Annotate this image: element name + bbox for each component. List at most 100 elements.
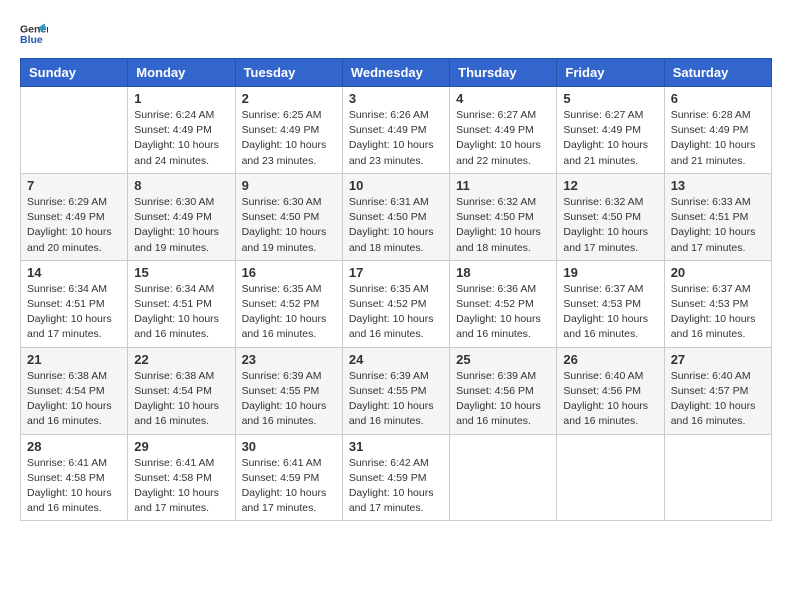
calendar-cell <box>450 434 557 521</box>
day-number: 11 <box>456 178 550 193</box>
day-number: 1 <box>134 91 228 106</box>
day-info: Sunrise: 6:40 AM Sunset: 4:57 PM Dayligh… <box>671 369 765 430</box>
day-number: 31 <box>349 439 443 454</box>
calendar-cell: 4Sunrise: 6:27 AM Sunset: 4:49 PM Daylig… <box>450 87 557 174</box>
calendar-cell: 22 Sunrise: 6:38 AM Sunset: 4:54 PM Dayli… <box>128 347 235 434</box>
calendar-cell: 16 Sunrise: 6:35 AM Sunset: 4:52 PM Dayli… <box>235 260 342 347</box>
day-number: 2 <box>242 91 336 106</box>
day-number: 5 <box>563 91 657 106</box>
day-info: Sunrise: 6:27 AM Sunset: 4:49 PM Dayligh… <box>456 108 550 169</box>
day-number: 24 <box>349 352 443 367</box>
day-info: Sunrise: 6:38 AM Sunset: 4:54 PM Dayligh… <box>27 369 121 430</box>
day-number: 22 <box>134 352 228 367</box>
calendar-cell: 12 Sunrise: 6:32 AM Sunset: 4:50 PM Dayli… <box>557 173 664 260</box>
day-info: Sunrise: 6:30 AM Sunset: 4:49 PM Dayligh… <box>134 195 228 256</box>
day-number: 23 <box>242 352 336 367</box>
day-info: Sunrise: 6:30 AM Sunset: 4:50 PM Dayligh… <box>242 195 336 256</box>
calendar-cell: 28 Sunrise: 6:41 AM Sunset: 4:58 PM Dayli… <box>21 434 128 521</box>
logo-icon: General Blue <box>20 20 48 48</box>
day-info: Sunrise: 6:29 AM Sunset: 4:49 PM Dayligh… <box>27 195 121 256</box>
calendar-cell: 23Sunrise: 6:39 AM Sunset: 4:55 PM Dayli… <box>235 347 342 434</box>
day-number: 8 <box>134 178 228 193</box>
day-info: Sunrise: 6:34 AM Sunset: 4:51 PM Dayligh… <box>27 282 121 343</box>
calendar-row-4: 28 Sunrise: 6:41 AM Sunset: 4:58 PM Dayli… <box>21 434 772 521</box>
calendar-cell: 9 Sunrise: 6:30 AM Sunset: 4:50 PM Daylig… <box>235 173 342 260</box>
calendar-row-1: 7 Sunrise: 6:29 AM Sunset: 4:49 PM Daylig… <box>21 173 772 260</box>
day-number: 18 <box>456 265 550 280</box>
calendar-cell: 29 Sunrise: 6:41 AM Sunset: 4:58 PM Dayli… <box>128 434 235 521</box>
day-number: 6 <box>671 91 765 106</box>
calendar-cell: 24 Sunrise: 6:39 AM Sunset: 4:55 PM Dayli… <box>342 347 449 434</box>
header-section: General Blue <box>20 20 772 48</box>
calendar-cell: 7 Sunrise: 6:29 AM Sunset: 4:49 PM Daylig… <box>21 173 128 260</box>
day-info: Sunrise: 6:36 AM Sunset: 4:52 PM Dayligh… <box>456 282 550 343</box>
day-number: 9 <box>242 178 336 193</box>
calendar-cell <box>557 434 664 521</box>
day-info: Sunrise: 6:38 AM Sunset: 4:54 PM Dayligh… <box>134 369 228 430</box>
calendar-cell: 14 Sunrise: 6:34 AM Sunset: 4:51 PM Dayli… <box>21 260 128 347</box>
day-info: Sunrise: 6:35 AM Sunset: 4:52 PM Dayligh… <box>349 282 443 343</box>
day-number: 15 <box>134 265 228 280</box>
calendar-cell: 31Sunrise: 6:42 AM Sunset: 4:59 PM Dayli… <box>342 434 449 521</box>
svg-text:Blue: Blue <box>20 34 43 46</box>
day-number: 13 <box>671 178 765 193</box>
day-info: Sunrise: 6:41 AM Sunset: 4:58 PM Dayligh… <box>134 456 228 517</box>
calendar-cell: 18 Sunrise: 6:36 AM Sunset: 4:52 PM Dayli… <box>450 260 557 347</box>
day-info: Sunrise: 6:35 AM Sunset: 4:52 PM Dayligh… <box>242 282 336 343</box>
header-monday: Monday <box>128 59 235 87</box>
calendar-cell: 6 Sunrise: 6:28 AM Sunset: 4:49 PM Daylig… <box>664 87 771 174</box>
day-info: Sunrise: 6:37 AM Sunset: 4:53 PM Dayligh… <box>563 282 657 343</box>
day-info: Sunrise: 6:28 AM Sunset: 4:49 PM Dayligh… <box>671 108 765 169</box>
day-number: 12 <box>563 178 657 193</box>
calendar-cell: 15 Sunrise: 6:34 AM Sunset: 4:51 PM Dayli… <box>128 260 235 347</box>
calendar-row-3: 21 Sunrise: 6:38 AM Sunset: 4:54 PM Dayli… <box>21 347 772 434</box>
header-tuesday: Tuesday <box>235 59 342 87</box>
day-number: 21 <box>27 352 121 367</box>
calendar: SundayMondayTuesdayWednesdayThursdayFrid… <box>20 58 772 521</box>
day-info: Sunrise: 6:41 AM Sunset: 4:59 PM Dayligh… <box>242 456 336 517</box>
header-thursday: Thursday <box>450 59 557 87</box>
day-info: Sunrise: 6:39 AM Sunset: 4:56 PM Dayligh… <box>456 369 550 430</box>
calendar-cell: 20Sunrise: 6:37 AM Sunset: 4:53 PM Dayli… <box>664 260 771 347</box>
calendar-cell: 27 Sunrise: 6:40 AM Sunset: 4:57 PM Dayli… <box>664 347 771 434</box>
day-info: Sunrise: 6:27 AM Sunset: 4:49 PM Dayligh… <box>563 108 657 169</box>
day-number: 16 <box>242 265 336 280</box>
calendar-cell: 21 Sunrise: 6:38 AM Sunset: 4:54 PM Dayli… <box>21 347 128 434</box>
calendar-cell <box>21 87 128 174</box>
calendar-cell: 8 Sunrise: 6:30 AM Sunset: 4:49 PM Daylig… <box>128 173 235 260</box>
day-number: 27 <box>671 352 765 367</box>
calendar-cell: 1 Sunrise: 6:24 AM Sunset: 4:49 PM Daylig… <box>128 87 235 174</box>
day-number: 19 <box>563 265 657 280</box>
header-wednesday: Wednesday <box>342 59 449 87</box>
calendar-cell: 2Sunrise: 6:25 AM Sunset: 4:49 PM Daylig… <box>235 87 342 174</box>
day-info: Sunrise: 6:24 AM Sunset: 4:49 PM Dayligh… <box>134 108 228 169</box>
day-info: Sunrise: 6:33 AM Sunset: 4:51 PM Dayligh… <box>671 195 765 256</box>
calendar-cell: 13 Sunrise: 6:33 AM Sunset: 4:51 PM Dayli… <box>664 173 771 260</box>
calendar-row-0: 1 Sunrise: 6:24 AM Sunset: 4:49 PM Daylig… <box>21 87 772 174</box>
day-info: Sunrise: 6:31 AM Sunset: 4:50 PM Dayligh… <box>349 195 443 256</box>
day-number: 17 <box>349 265 443 280</box>
calendar-cell <box>664 434 771 521</box>
calendar-cell: 3 Sunrise: 6:26 AM Sunset: 4:49 PM Daylig… <box>342 87 449 174</box>
day-number: 26 <box>563 352 657 367</box>
header-friday: Friday <box>557 59 664 87</box>
day-number: 7 <box>27 178 121 193</box>
day-number: 29 <box>134 439 228 454</box>
day-number: 10 <box>349 178 443 193</box>
day-info: Sunrise: 6:39 AM Sunset: 4:55 PM Dayligh… <box>349 369 443 430</box>
day-number: 3 <box>349 91 443 106</box>
day-number: 28 <box>27 439 121 454</box>
day-number: 14 <box>27 265 121 280</box>
day-info: Sunrise: 6:40 AM Sunset: 4:56 PM Dayligh… <box>563 369 657 430</box>
day-number: 25 <box>456 352 550 367</box>
day-info: Sunrise: 6:26 AM Sunset: 4:49 PM Dayligh… <box>349 108 443 169</box>
day-info: Sunrise: 6:41 AM Sunset: 4:58 PM Dayligh… <box>27 456 121 517</box>
calendar-cell: 26 Sunrise: 6:40 AM Sunset: 4:56 PM Dayli… <box>557 347 664 434</box>
calendar-cell: 10 Sunrise: 6:31 AM Sunset: 4:50 PM Dayli… <box>342 173 449 260</box>
calendar-cell: 30Sunrise: 6:41 AM Sunset: 4:59 PM Dayli… <box>235 434 342 521</box>
logo: General Blue <box>20 20 52 48</box>
day-info: Sunrise: 6:34 AM Sunset: 4:51 PM Dayligh… <box>134 282 228 343</box>
calendar-cell: 25 Sunrise: 6:39 AM Sunset: 4:56 PM Dayli… <box>450 347 557 434</box>
day-info: Sunrise: 6:32 AM Sunset: 4:50 PM Dayligh… <box>563 195 657 256</box>
header-sunday: Sunday <box>21 59 128 87</box>
